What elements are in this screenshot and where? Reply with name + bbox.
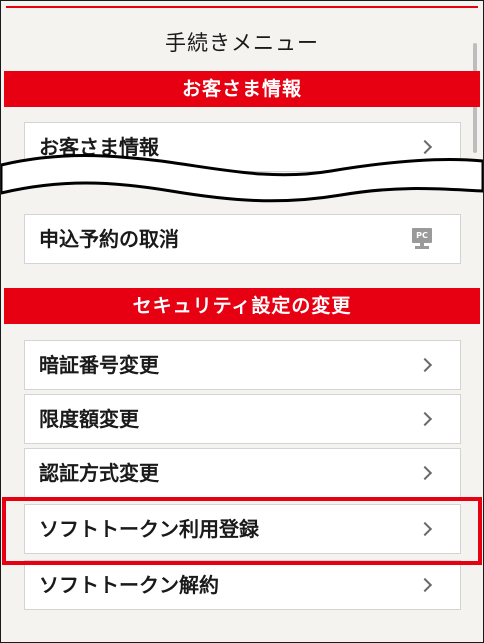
menu-item-label: ソフトトークン解約 [39, 573, 219, 597]
menu-item-label: 暗証番号変更 [39, 353, 159, 377]
menu-item-label: 限度額変更 [39, 407, 139, 431]
chevron-right-icon [417, 411, 433, 427]
menu-item-cancel-reservation[interactable]: 申込予約の取消 PC [24, 214, 461, 264]
chevron-right-icon [417, 465, 433, 481]
section-header-security-settings: セキュリティ設定の変更 [4, 288, 480, 324]
menu-item-soft-token-cancel[interactable]: ソフトトークン解約 [24, 560, 461, 610]
chevron-right-icon [417, 357, 433, 373]
menu-item-limit-change[interactable]: 限度額変更 [24, 394, 461, 444]
menu-item-label: 申込予約の取消 [39, 227, 179, 251]
menu-item-auth-method-change[interactable]: 認証方式変更 [24, 448, 461, 498]
chevron-right-icon [417, 577, 433, 593]
torn-edge-mask [1, 154, 483, 203]
procedure-menu-panel: 手続きメニュー お客さま情報 お客さま情報 申込予約の取消 PC セキュリティ設… [0, 0, 484, 643]
top-accent-line [6, 6, 478, 8]
menu-item-label: 認証方式変更 [39, 461, 159, 485]
highlight-box [2, 497, 482, 565]
pc-icon: PC [412, 228, 432, 250]
section-header-customer-info: お客さま情報 [4, 71, 480, 107]
menu-title: 手続きメニュー [165, 31, 319, 55]
menu-item-pin-change[interactable]: 暗証番号変更 [24, 340, 461, 390]
